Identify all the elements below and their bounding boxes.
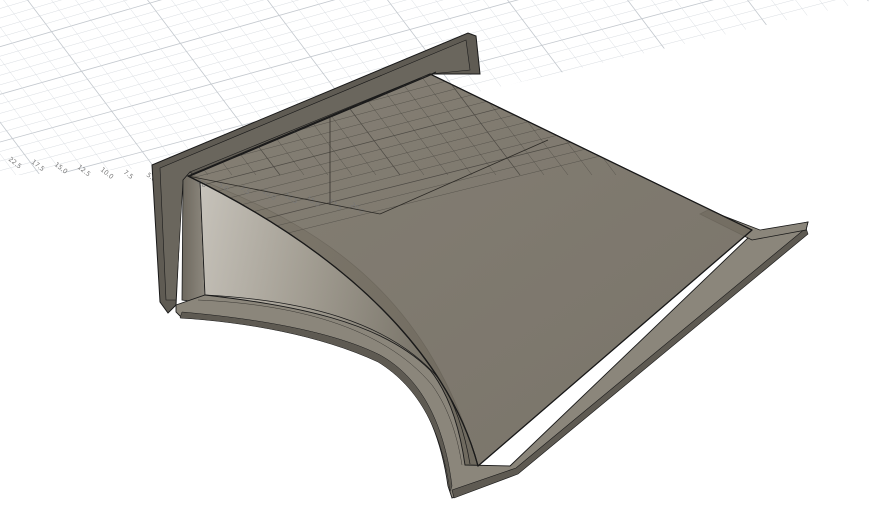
grid-line [0, 153, 17, 176]
grid-line [0, 0, 16, 175]
grid-line [0, 0, 882, 24]
grid-line [0, 0, 63, 19]
canvas-viewport[interactable]: 22.5 17.5 15.0 12.5 10.0 7.5 5.0 3.0 5.0 7.5 10.0… [0, 0, 882, 510]
grid-line [20, 0, 160, 175]
grid-line [0, 121, 41, 176]
grid-line [0, 0, 95, 28]
ruler-tick-label: 17.5 [30, 158, 46, 173]
grid-line [27, 0, 161, 176]
grid-line [0, 0, 882, 34]
